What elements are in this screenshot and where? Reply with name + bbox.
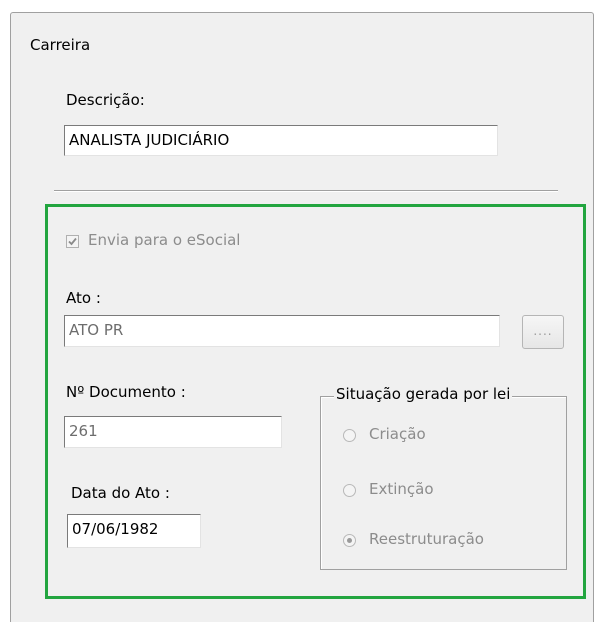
radio-extincao[interactable]: [343, 484, 356, 497]
radio-criacao-label: Criação: [369, 425, 426, 443]
descricao-input[interactable]: ANALISTA JUDICIÁRIO: [64, 125, 498, 156]
checkmark-icon: [68, 237, 77, 246]
radio-selected-dot: [347, 538, 352, 543]
documento-label: Nº Documento :: [66, 383, 186, 401]
ato-input[interactable]: ATO PR: [64, 315, 500, 347]
ato-label: Ato :: [66, 289, 101, 307]
data-ato-input[interactable]: 07/06/1982: [67, 514, 201, 548]
esocial-checkbox[interactable]: [66, 235, 79, 248]
radio-reestruturacao-label: Reestruturação: [369, 530, 484, 548]
panel-title: Carreira: [30, 36, 91, 54]
esocial-label: Envia para o eSocial: [88, 231, 241, 249]
data-ato-label: Data do Ato :: [71, 484, 170, 502]
radio-extincao-label: Extinção: [369, 480, 434, 498]
ato-browse-button[interactable]: ....: [522, 315, 564, 349]
descricao-label: Descrição:: [66, 91, 145, 109]
section-divider: [54, 190, 558, 192]
radio-criacao[interactable]: [343, 429, 356, 442]
documento-input[interactable]: 261: [64, 416, 282, 448]
situacao-legend: Situação gerada por lei: [334, 385, 513, 403]
radio-reestruturacao[interactable]: [343, 534, 356, 547]
